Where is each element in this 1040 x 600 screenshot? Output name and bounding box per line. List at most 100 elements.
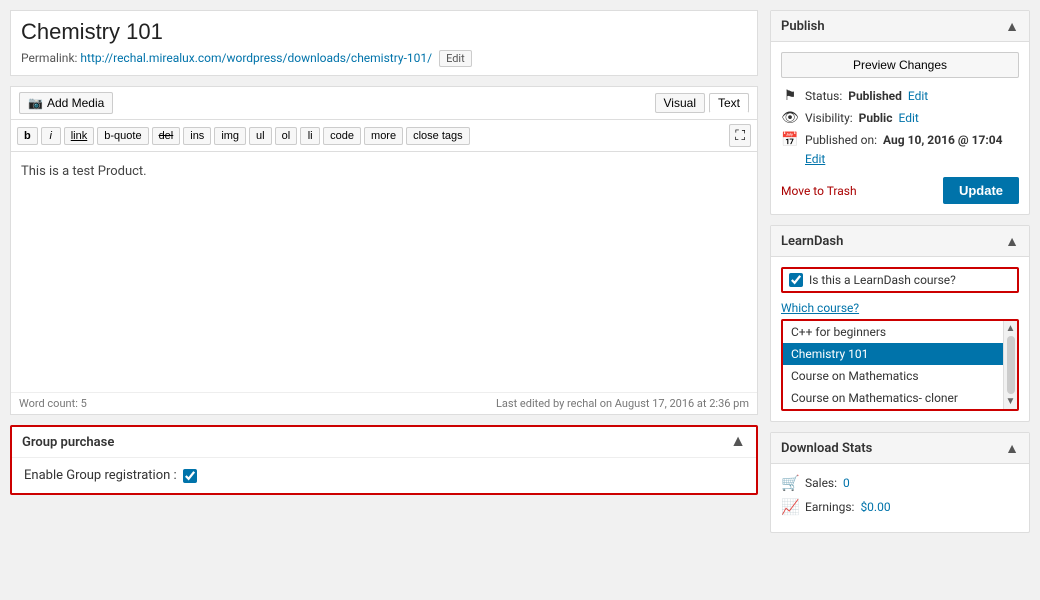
editor-footer: Word count: 5 Last edited by rechal on A… — [11, 392, 757, 414]
publish-box: Publish ▲ Preview Changes ⚑ Status: Publ… — [770, 10, 1030, 215]
group-purchase-title: Group purchase — [22, 435, 114, 450]
publish-date-row: 📅 Published on: Aug 10, 2016 @ 17:04 — [781, 132, 1019, 148]
permalink-url[interactable]: http://rechal.mirealux.com/wordpress/dow… — [80, 51, 432, 65]
permalink-label: Permalink: — [21, 51, 77, 65]
add-media-label: Add Media — [47, 96, 104, 110]
post-title-input[interactable] — [21, 19, 747, 45]
format-ol-button[interactable]: ol — [275, 127, 298, 145]
earnings-row: 📈 Earnings: $0.00 — [781, 498, 1019, 516]
group-purchase-content: Enable Group registration : — [12, 458, 756, 493]
publish-title: Publish — [781, 19, 825, 34]
permalink-row: Permalink: http://rechal.mirealux.com/wo… — [21, 50, 747, 67]
editor-toolbar-top: 📷 Add Media Visual Text — [11, 87, 757, 120]
learndash-toggle[interactable]: ▲ — [1005, 233, 1019, 249]
status-label: Status: — [805, 89, 842, 103]
format-del-button[interactable]: del — [152, 127, 181, 145]
learndash-course-label: Is this a LearnDash course? — [809, 273, 956, 287]
download-stats-box: Download Stats ▲ 🛒 Sales: 0 📈 Earnings: … — [770, 432, 1030, 533]
earnings-value-link[interactable]: $0.00 — [860, 500, 890, 514]
editor-box: 📷 Add Media Visual Text b i link b-quote… — [10, 86, 758, 415]
group-purchase-toggle[interactable]: ▲ — [730, 433, 746, 451]
visibility-label: Visibility: — [805, 111, 853, 125]
format-more-button[interactable]: more — [364, 127, 403, 145]
format-img-button[interactable]: img — [214, 127, 246, 145]
scrollbar-track — [1007, 336, 1015, 394]
format-code-button[interactable]: code — [323, 127, 361, 145]
status-icon: ⚑ — [781, 88, 799, 104]
view-tabs: Visual Text — [655, 93, 749, 113]
status-edit-link[interactable]: Edit — [908, 89, 928, 103]
format-li-button[interactable]: li — [300, 127, 320, 145]
course-listbox: C++ for beginnersChemistry 101Course on … — [781, 319, 1019, 411]
course-items: C++ for beginnersChemistry 101Course on … — [783, 321, 1003, 409]
format-link-button[interactable]: link — [64, 127, 95, 145]
preview-changes-button[interactable]: Preview Changes — [781, 52, 1019, 78]
calendar-icon: 📅 — [781, 132, 799, 148]
course-item[interactable]: Course on Mathematics — [783, 365, 1003, 387]
post-title-area: Permalink: http://rechal.mirealux.com/wo… — [10, 10, 758, 76]
word-count: Word count: 5 — [19, 397, 87, 410]
group-purchase-header: Group purchase ▲ — [12, 427, 756, 458]
course-item[interactable]: C++ for beginners — [783, 321, 1003, 343]
scroll-down-icon[interactable]: ▼ — [1006, 396, 1016, 407]
add-media-button[interactable]: 📷 Add Media — [19, 92, 113, 114]
publish-box-body: Preview Changes ⚑ Status: Published Edit… — [771, 42, 1029, 214]
editor-buttons-row: b i link b-quote del ins img ul ol li co… — [11, 120, 757, 152]
visibility-edit-link[interactable]: Edit — [898, 111, 918, 125]
enable-group-registration-checkbox[interactable] — [183, 469, 197, 483]
group-purchase-box: Group purchase ▲ Enable Group registrati… — [10, 425, 758, 495]
publish-actions: Move to Trash Update — [781, 177, 1019, 204]
sales-row: 🛒 Sales: 0 — [781, 474, 1019, 492]
tab-text[interactable]: Text — [709, 93, 749, 113]
format-bold-button[interactable]: b — [17, 127, 38, 145]
enable-group-registration-label: Enable Group registration : — [24, 468, 177, 483]
add-media-icon: 📷 — [28, 96, 43, 110]
tab-visual[interactable]: Visual — [655, 93, 705, 113]
course-scrollbar: ▲ ▼ — [1003, 321, 1017, 409]
download-stats-body: 🛒 Sales: 0 📈 Earnings: $0.00 — [771, 464, 1029, 532]
published-value: Aug 10, 2016 @ 17:04 — [883, 133, 1002, 147]
publish-status-row: ⚑ Status: Published Edit — [781, 88, 1019, 104]
learndash-course-checkbox[interactable] — [789, 273, 803, 287]
format-italic-button[interactable]: i — [41, 127, 61, 145]
download-stats-toggle[interactable]: ▲ — [1005, 440, 1019, 456]
publish-toggle[interactable]: ▲ — [1005, 18, 1019, 34]
course-list-inner: C++ for beginnersChemistry 101Course on … — [783, 321, 1017, 409]
learndash-box-body: Is this a LearnDash course? Which course… — [771, 257, 1029, 421]
scroll-up-icon[interactable]: ▲ — [1006, 323, 1016, 334]
earnings-icon: 📈 — [781, 498, 799, 516]
download-stats-title: Download Stats — [781, 441, 872, 456]
cart-icon: 🛒 — [781, 474, 799, 492]
fullscreen-button[interactable]: ⛶ — [729, 124, 751, 147]
main-column: Permalink: http://rechal.mirealux.com/wo… — [10, 10, 758, 590]
published-date-edit-link[interactable]: Edit — [805, 152, 825, 166]
sales-label: Sales: — [805, 476, 837, 490]
course-item[interactable]: Course on Mathematics- cloner — [783, 387, 1003, 409]
sales-value-link[interactable]: 0 — [843, 476, 850, 490]
publish-visibility-row: 👁 Visibility: Public Edit — [781, 110, 1019, 126]
status-value: Published — [848, 89, 902, 103]
last-edited: Last edited by rechal on August 17, 2016… — [496, 397, 749, 410]
move-trash-link[interactable]: Move to Trash — [781, 184, 857, 198]
enable-group-registration-row: Enable Group registration : — [24, 468, 744, 483]
sidebar-column: Publish ▲ Preview Changes ⚑ Status: Publ… — [770, 10, 1030, 590]
format-bquote-button[interactable]: b-quote — [97, 127, 148, 145]
format-closetags-button[interactable]: close tags — [406, 127, 470, 145]
download-stats-header: Download Stats ▲ — [771, 433, 1029, 464]
course-item[interactable]: Chemistry 101 — [783, 343, 1003, 365]
publish-box-header: Publish ▲ — [771, 11, 1029, 42]
page-layout: Permalink: http://rechal.mirealux.com/wo… — [0, 0, 1040, 600]
learndash-box: LearnDash ▲ Is this a LearnDash course? … — [770, 225, 1030, 422]
format-ins-button[interactable]: ins — [183, 127, 211, 145]
which-course-label: Which course? — [781, 301, 1019, 315]
update-button[interactable]: Update — [943, 177, 1019, 204]
editor-text: This is a test Product. — [21, 164, 147, 179]
published-label: Published on: — [805, 133, 877, 147]
format-ul-button[interactable]: ul — [249, 127, 272, 145]
learndash-title: LearnDash — [781, 234, 843, 249]
learndash-course-checkbox-row: Is this a LearnDash course? — [781, 267, 1019, 293]
permalink-edit-button[interactable]: Edit — [439, 50, 472, 67]
editor-content[interactable]: This is a test Product. — [11, 152, 757, 392]
earnings-label: Earnings: — [805, 500, 854, 514]
learndash-box-header: LearnDash ▲ — [771, 226, 1029, 257]
